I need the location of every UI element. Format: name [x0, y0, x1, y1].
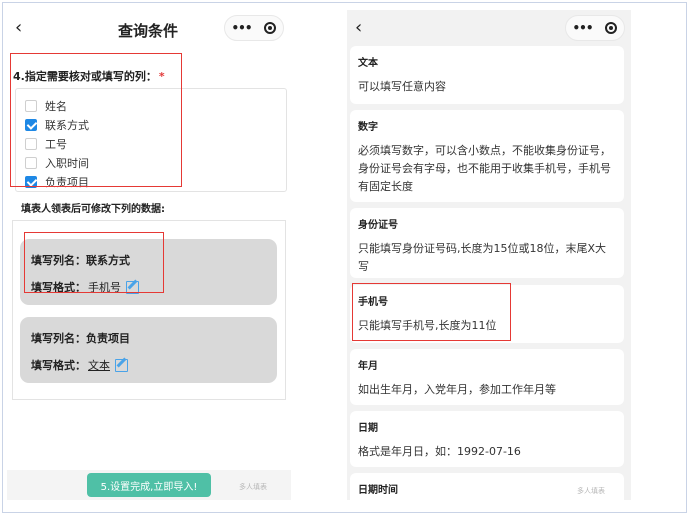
format-desc: 可以填写任意内容 [358, 80, 446, 93]
highlight-box-phone [352, 283, 511, 341]
format-option-id-card[interactable]: 身份证号 只能填写身份证号码,长度为15位或18位，末尾X大写 [350, 208, 624, 278]
highlight-box-columns [10, 53, 182, 187]
card-name-line: 填写列名： 负责项目 [31, 332, 130, 345]
card-name-value: 负责项目 [86, 332, 130, 345]
nav-bar: ‹ ••• [347, 10, 631, 46]
mini-program-capsule: ••• [224, 15, 284, 41]
highlight-box-contact-card [24, 232, 164, 293]
target-icon[interactable] [264, 22, 277, 34]
format-title: 数字 [358, 122, 378, 133]
format-types-screen: ‹ ••• 文本 可以填写任意内容 数字 必须填写数字，可以含小数点，不能收集身… [347, 10, 631, 500]
bottom-bar: 5.设置完成,立即导入! 多人填表 [7, 470, 291, 500]
menu-dots-icon[interactable]: ••• [231, 21, 252, 35]
back-arrow-icon[interactable]: ‹ [15, 17, 22, 38]
format-option-date[interactable]: 日期 格式是年月日，如：1992-07-16 [350, 411, 624, 467]
edit-icon[interactable] [115, 358, 128, 372]
column-card-project: 填写列名： 负责项目 填写格式： 文本 [20, 317, 277, 383]
menu-dots-icon[interactable]: ••• [572, 21, 593, 35]
format-title: 文本 [358, 58, 378, 69]
format-desc: 只能填写身份证号码,长度为15位或18位，末尾X大写 [358, 242, 607, 273]
watermark: 多人填表 [239, 483, 267, 491]
target-icon[interactable] [605, 22, 618, 34]
card-format-line: 填写格式： 文本 [31, 357, 128, 373]
format-option-number[interactable]: 数字 必须填写数字，可以含小数点，不能收集身份证号，身份证号会有字母，也不能用于… [350, 110, 624, 202]
mini-program-capsule: ••• [565, 15, 625, 41]
import-button[interactable]: 5.设置完成,立即导入! [87, 473, 211, 497]
format-title: 身份证号 [358, 220, 398, 231]
back-arrow-icon[interactable]: ‹ [355, 17, 362, 38]
format-link[interactable]: 文本 [88, 357, 110, 373]
format-desc: 如出生年月，入党年月，参加工作年月等 [358, 383, 556, 396]
format-desc: 格式是年月日，如：1992-07-16 [358, 445, 521, 458]
modify-columns-label: 填表人领表后可修改下列的数据: [21, 204, 165, 215]
watermark: 多人填表 [577, 487, 605, 495]
format-option-text[interactable]: 文本 可以填写任意内容 [350, 46, 624, 104]
format-title: 日期 [358, 423, 378, 434]
format-option-year-month[interactable]: 年月 如出生年月，入党年月，参加工作年月等 [350, 349, 624, 405]
page-title: 查询条件 [118, 22, 179, 40]
nav-bar: ‹ 查询条件 ••• [7, 10, 291, 46]
format-desc: 必须填写数字，可以含小数点，不能收集身份证号，身份证号会有字母，也不能用于收集手… [358, 144, 611, 193]
query-conditions-screen: ‹ 查询条件 ••• 4.指定需要核对或填写的列： * 姓名 联系方式 工号 入职… [7, 10, 291, 500]
format-title: 年月 [358, 361, 378, 372]
